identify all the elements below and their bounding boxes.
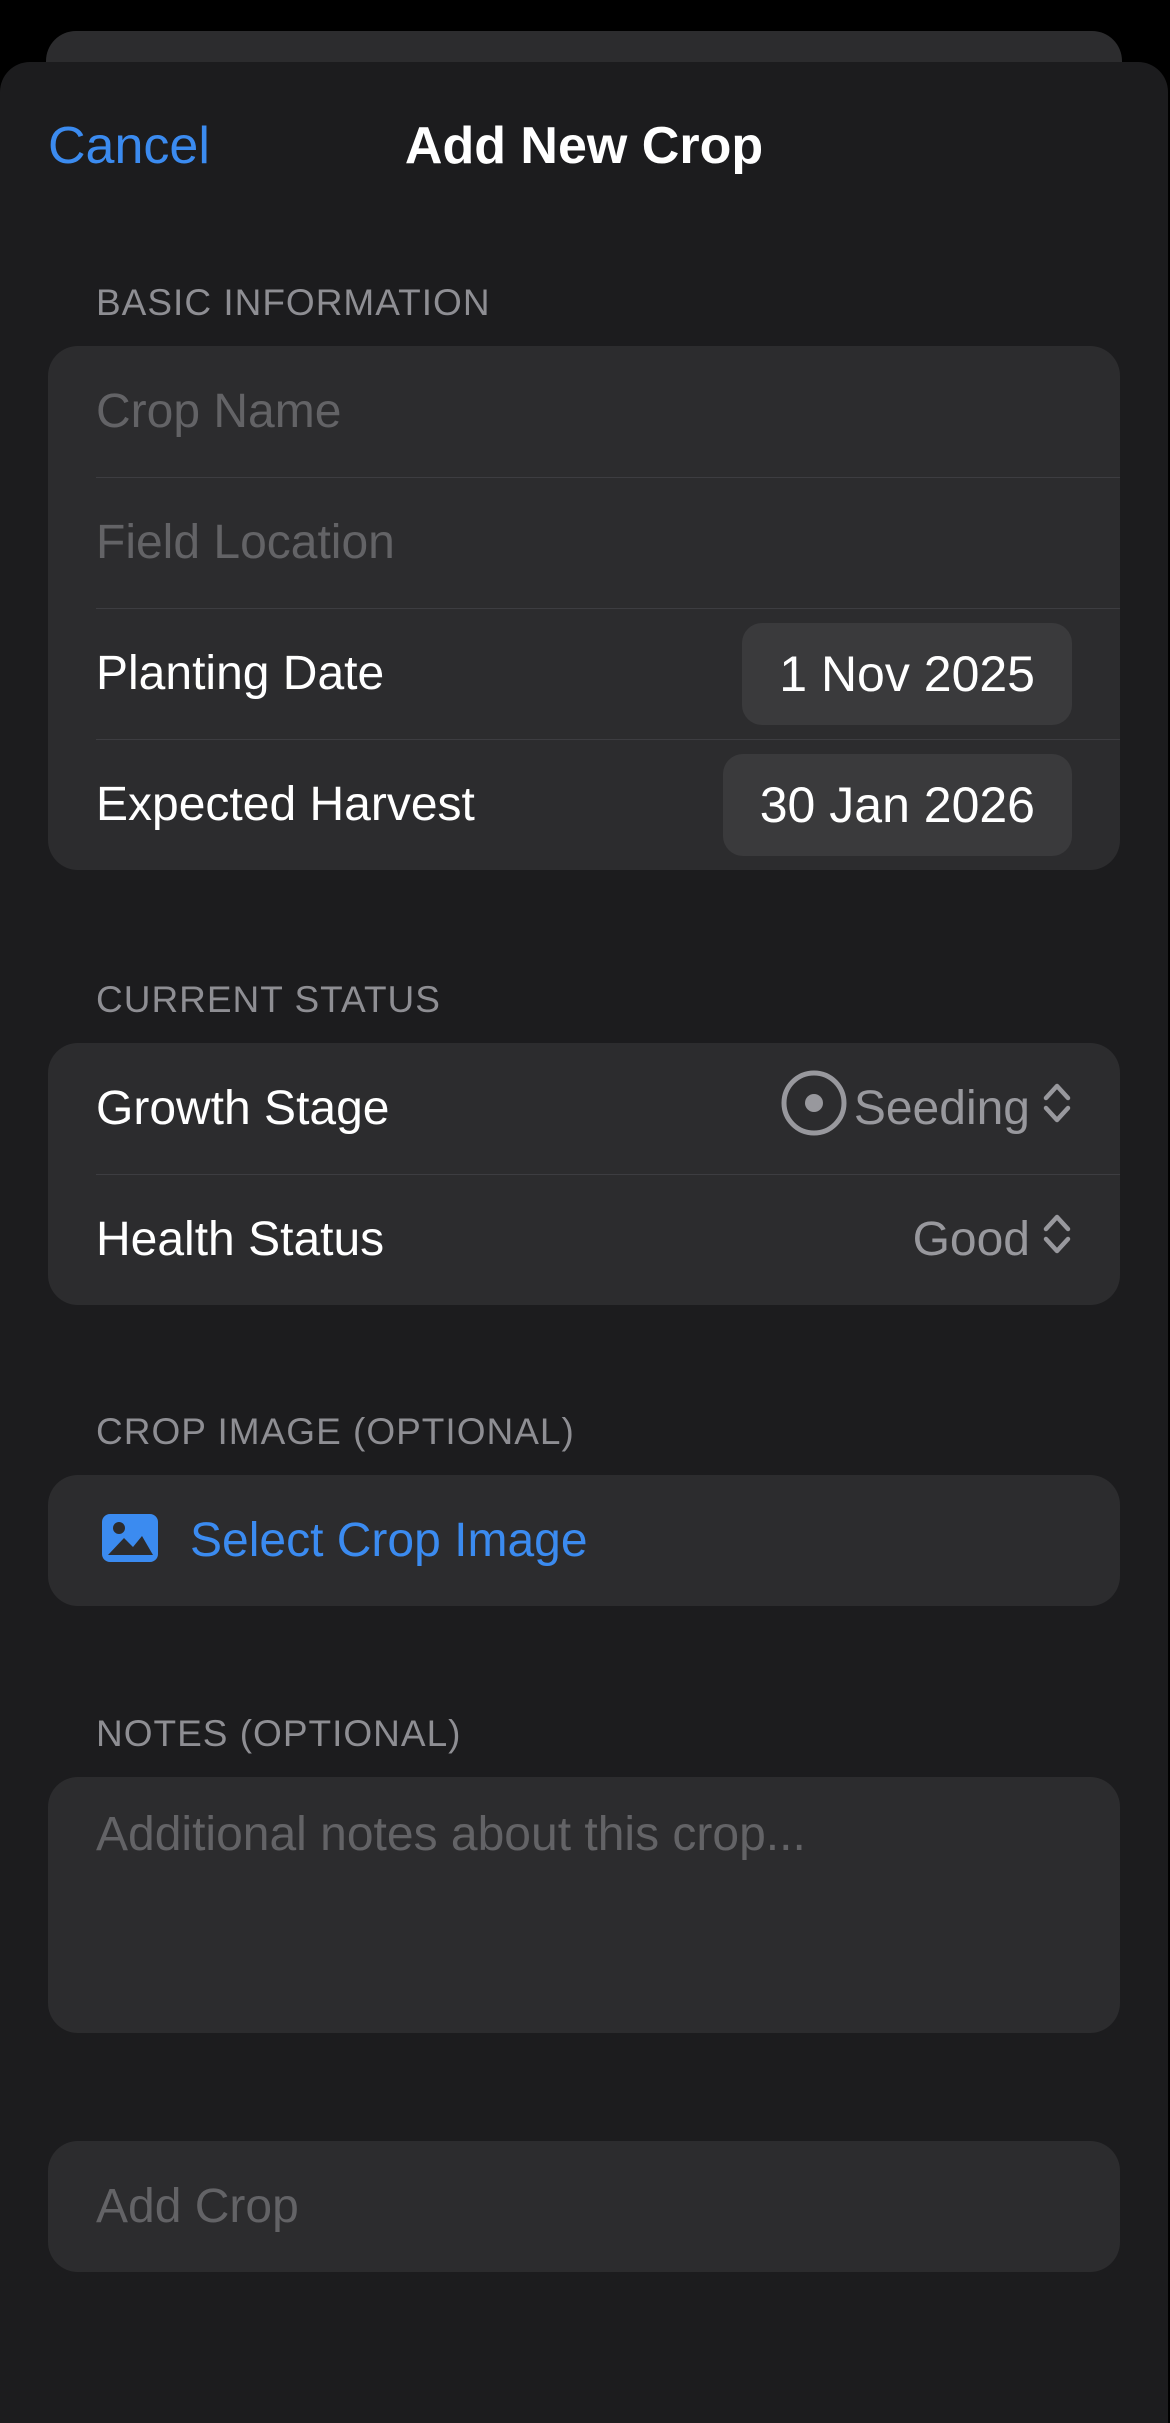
photo-icon <box>100 1512 160 1569</box>
notes-textarea[interactable]: Additional notes about this crop... <box>48 1777 1120 2033</box>
section-header-crop-image: CROP IMAGE (OPTIONAL) <box>96 1411 575 1452</box>
health-status-value: Good <box>912 1213 1030 1266</box>
chevron-up-down-icon <box>1042 1211 1072 1269</box>
field-location-row[interactable]: Field Location <box>48 477 1120 608</box>
health-status-picker[interactable]: Good <box>913 1211 1072 1269</box>
growth-stage-row: Growth Stage Seeding <box>48 1043 1120 1174</box>
expected-harvest-label: Expected Harvest <box>96 778 475 831</box>
section-header-notes: NOTES (OPTIONAL) <box>96 1713 462 1754</box>
select-crop-image-button[interactable]: Select Crop Image <box>48 1475 1120 1606</box>
health-status-row: Health Status Good <box>48 1174 1120 1305</box>
current-status-group: Growth Stage Seeding Health Status Good <box>48 1043 1120 1305</box>
crop-name-row[interactable]: Crop Name <box>48 346 1120 477</box>
health-status-label: Health Status <box>96 1213 385 1266</box>
add-crop-group: Add Crop <box>48 2141 1120 2272</box>
section-header-current-status: CURRENT STATUS <box>96 979 441 1020</box>
basic-information-group: Crop Name Field Location Planting Date 1… <box>48 346 1120 870</box>
select-crop-image-label: Select Crop Image <box>190 1514 588 1567</box>
field-location-field[interactable]: Field Location <box>96 515 395 570</box>
notes-group: Additional notes about this crop... <box>48 1777 1120 2033</box>
growth-stage-picker[interactable]: Seeding <box>780 1069 1072 1149</box>
chevron-up-down-icon <box>1042 1080 1072 1138</box>
seed-circle-icon <box>780 1069 848 1149</box>
planting-date-picker[interactable]: 1 Nov 2025 <box>742 622 1072 725</box>
growth-stage-label: Growth Stage <box>96 1082 390 1135</box>
expected-harvest-row: Expected Harvest 30 Jan 2026 <box>48 739 1120 870</box>
section-header-basic-information: BASIC INFORMATION <box>96 282 491 323</box>
crop-name-field[interactable]: Crop Name <box>96 384 341 439</box>
cancel-button[interactable]: Cancel <box>48 110 210 182</box>
planting-date-label: Planting Date <box>96 647 385 700</box>
expected-harvest-picker[interactable]: 30 Jan 2026 <box>722 753 1072 856</box>
crop-image-group: Select Crop Image <box>48 1475 1120 1606</box>
growth-stage-value: Seeding <box>853 1082 1030 1135</box>
add-crop-button[interactable]: Add Crop <box>48 2141 1120 2272</box>
planting-date-row: Planting Date 1 Nov 2025 <box>48 608 1120 739</box>
